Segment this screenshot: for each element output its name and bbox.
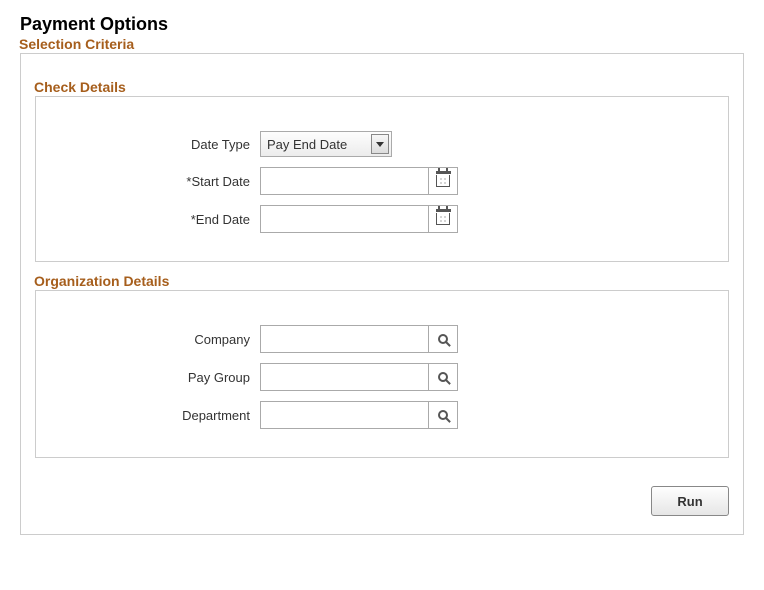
start-date-input[interactable] — [260, 167, 428, 195]
end-date-input[interactable] — [260, 205, 428, 233]
pay-group-label: Pay Group — [50, 370, 260, 385]
pay-group-row: Pay Group — [50, 363, 714, 391]
start-date-label: *Start Date — [50, 174, 260, 189]
end-date-row: *End Date — [50, 205, 714, 233]
selection-criteria-group: Selection Criteria Check Details Date Ty… — [20, 53, 744, 535]
page-title: Payment Options — [20, 14, 744, 35]
date-type-dropdown-button[interactable] — [371, 134, 389, 154]
company-row: Company — [50, 325, 714, 353]
start-date-row: *Start Date — [50, 167, 714, 195]
department-label: Department — [50, 408, 260, 423]
end-date-calendar-button[interactable] — [428, 205, 458, 233]
search-icon — [438, 334, 448, 344]
department-lookup-button[interactable] — [428, 401, 458, 429]
selection-criteria-legend: Selection Criteria — [19, 36, 138, 52]
pay-group-lookup-button[interactable] — [428, 363, 458, 391]
date-type-select[interactable]: Pay End Date — [260, 131, 392, 157]
company-label: Company — [50, 332, 260, 347]
department-input[interactable] — [260, 401, 428, 429]
date-type-label: Date Type — [50, 137, 260, 152]
date-type-row: Date Type Pay End Date — [50, 131, 714, 157]
check-details-group: Check Details Date Type Pay End Date *St… — [35, 96, 729, 262]
calendar-icon — [436, 213, 450, 225]
end-date-label: *End Date — [50, 212, 260, 227]
run-row: Run — [35, 486, 729, 516]
pay-group-input[interactable] — [260, 363, 428, 391]
organization-details-group: Organization Details Company Pay Group D… — [35, 290, 729, 458]
company-lookup-button[interactable] — [428, 325, 458, 353]
company-input[interactable] — [260, 325, 428, 353]
date-type-value: Pay End Date — [267, 137, 347, 152]
organization-details-legend: Organization Details — [34, 273, 173, 289]
department-row: Department — [50, 401, 714, 429]
search-icon — [438, 410, 448, 420]
calendar-icon — [436, 175, 450, 187]
search-icon — [438, 372, 448, 382]
start-date-calendar-button[interactable] — [428, 167, 458, 195]
check-details-legend: Check Details — [34, 79, 130, 95]
chevron-down-icon — [376, 142, 384, 147]
run-button[interactable]: Run — [651, 486, 729, 516]
